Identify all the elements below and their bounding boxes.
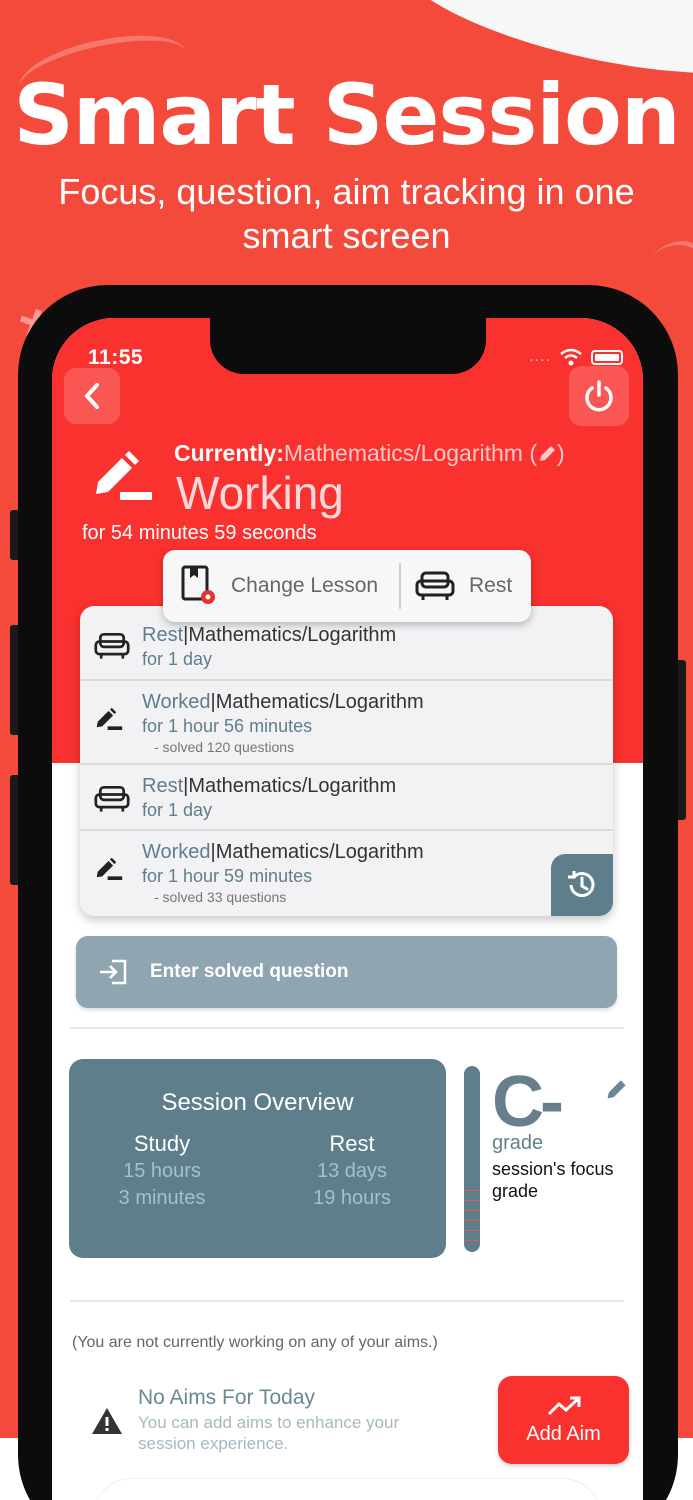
no-aim-note: (You are not currently working on any of… [72,1334,438,1351]
currently-label: Currently: [174,440,284,466]
study-label: Study [133,1131,191,1156]
history-subject: |Mathematics/Logarithm [210,691,424,713]
history-state: Worked [142,691,211,713]
chevron-left-icon [85,383,99,409]
focus-grade-bar [464,1066,480,1252]
enter-solved-question-label: Enter solved question [150,961,349,982]
rest-label: Rest [329,1131,375,1156]
history-duration: for 1 day [142,800,213,820]
sofa-icon [94,785,130,812]
add-aim-button[interactable]: Add Aim [498,1376,629,1464]
sofa-icon [94,632,130,659]
session-actions: Change Lesson Rest [163,550,531,622]
grade-description: session's focus grade [492,1159,614,1201]
session-history: Rest|Mathematics/Logarithm for 1 day Wor… [80,606,613,916]
history-title: Rest|Mathematics/Logarithm [142,775,613,798]
signal-icon: .... [529,348,551,365]
app-screen: 11:55 .... Currently:Mathematics/Logarit… [52,318,643,1500]
grade-bar-ticks [464,1181,480,1243]
change-lesson-label: Change Lesson [231,574,379,597]
login-arrow-icon [100,959,127,985]
enter-solved-question-button[interactable]: Enter solved question [76,936,617,1008]
pencil-icon [96,451,152,500]
sofa-icon [415,571,455,600]
session-duration: for 54 minutes 59 seconds [82,522,317,544]
status-time: 11:55 [88,346,144,369]
history-title: Worked|Mathematics/Logarithm [142,841,613,864]
history-state: Rest [142,624,184,646]
history-subject: |Mathematics/Logarithm [210,841,424,863]
battery-icon [591,349,623,365]
history-button[interactable] [551,854,613,916]
add-aim-label: Add Aim [526,1422,601,1445]
rest-button[interactable]: Rest [401,571,512,601]
trending-up-icon [547,1396,580,1415]
hero-title: Smart Session [13,66,680,164]
back-button[interactable] [64,368,120,424]
edit-icon [540,446,555,461]
current-subject-text: Mathematics/Logarithm ( [283,440,537,466]
hero-subtitle: Focus, question, aim tracking in one sma… [58,171,635,256]
history-subject: |Mathematics/Logarithm [183,624,397,646]
section-divider [70,1300,624,1302]
history-title: Rest|Mathematics/Logarithm [142,624,613,647]
overview-rest: Rest 13 days 19 hours [277,1131,427,1211]
history-duration: for 1 hour 56 minutes [142,716,313,736]
phone-notch [210,318,486,374]
current-subject[interactable]: Currently:Mathematics/Logarithm () [174,440,565,467]
change-lesson-button[interactable]: Change Lesson [163,564,399,608]
history-item[interactable]: Worked|Mathematics/Logarithm for 1 hour … [80,681,613,765]
rest-value: 19 hours [313,1187,391,1209]
history-item[interactable]: Rest|Mathematics/Logarithm for 1 day [80,765,613,831]
history-detail: - solved 120 questions [154,739,295,755]
pencil-icon [96,707,123,730]
history-item[interactable]: Worked|Mathematics/Logarithm for 1 hour … [80,831,613,915]
grade-word: grade [492,1132,544,1154]
rest-label: Rest [469,574,513,597]
pencil-icon [96,857,123,880]
history-duration: for 1 day [142,649,213,669]
history-subject: |Mathematics/Logarithm [183,775,397,797]
warning-icon [92,1408,122,1434]
overview-title: Session Overview [161,1089,354,1116]
history-state: Rest [142,775,184,797]
session-overview-card: Session Overview Study 15 hours 3 minute… [69,1059,446,1258]
history-duration: for 1 hour 59 minutes [142,866,313,886]
edit-grade-icon[interactable] [604,1078,628,1102]
session-state: Working [176,467,344,519]
rest-value: 13 days [316,1160,388,1182]
book-settings-icon [181,565,215,604]
no-aims-text: You can add aims to enhance your session… [138,1413,400,1453]
study-value: 3 minutes [118,1187,206,1209]
grade-letter: C- [492,1062,564,1142]
history-detail: - solved 33 questions [154,889,287,905]
status-icons: .... [529,348,623,366]
history-icon [568,871,595,898]
section-divider [70,1027,624,1029]
no-aims-title: No Aims For Today [138,1386,316,1409]
power-icon [585,380,613,412]
history-title: Worked|Mathematics/Logarithm [142,691,613,714]
end-session-button[interactable] [569,366,629,426]
current-subject-close: ) [557,440,565,466]
overview-study: Study 15 hours 3 minutes [87,1131,237,1211]
wifi-icon [560,348,582,366]
study-value: 15 hours [123,1160,201,1182]
history-state: Worked [142,841,211,863]
bottom-card [92,1478,602,1500]
